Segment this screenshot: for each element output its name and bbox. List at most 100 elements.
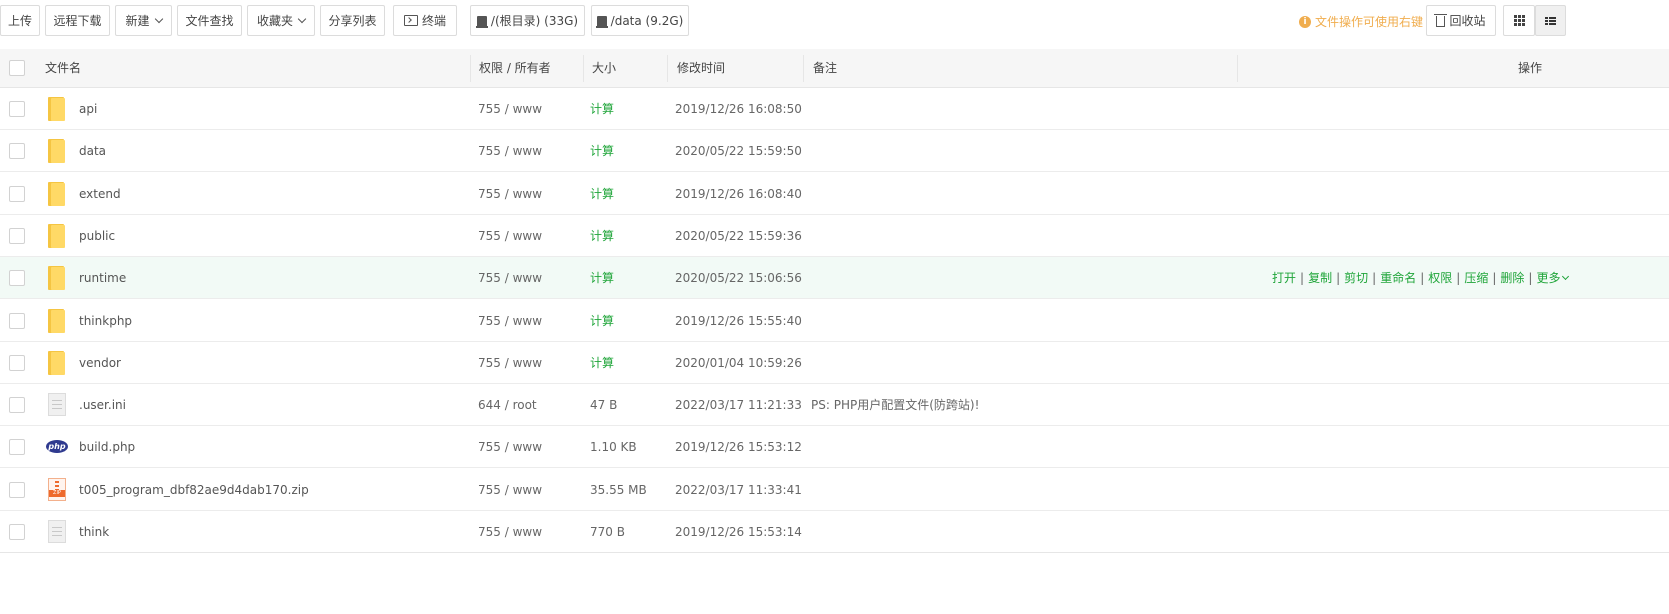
chevron-down-icon	[154, 14, 163, 23]
action-separator: |	[1528, 271, 1533, 286]
file-search-button[interactable]: 文件查找	[177, 5, 242, 36]
file-name-link[interactable]: runtime	[79, 257, 126, 299]
table-row[interactable]: php build.php 755 / www 1.10 KB 2019/12/26 1…	[0, 426, 1669, 469]
file-name-link[interactable]: vendor	[79, 342, 121, 384]
list-view-button[interactable]	[1535, 5, 1566, 36]
recycle-bin-button[interactable]: 回收站	[1426, 5, 1496, 36]
file-size[interactable]: 计算	[590, 300, 614, 342]
table-row[interactable]: api 755 / www 计算 2019/12/26 16:08:50	[0, 88, 1669, 130]
action-separator: |	[1300, 271, 1305, 286]
row-checkbox[interactable]	[9, 439, 25, 456]
row-checkbox[interactable]	[9, 312, 25, 329]
favorites-dropdown-button[interactable]: 收藏夹	[247, 5, 315, 36]
table-row[interactable]: thinkphp 755 / www 计算 2019/12/26 15:55:40	[0, 300, 1669, 342]
select-all-checkbox[interactable]	[9, 60, 25, 76]
terminal-button[interactable]: 终端	[393, 5, 457, 36]
new-dropdown-button[interactable]: 新建	[115, 5, 172, 36]
file-name-link[interactable]: build.php	[79, 426, 135, 468]
file-name-link[interactable]: t005_program_dbf82ae9d4dab170.zip	[79, 469, 309, 511]
file-permission[interactable]: 755 / www	[478, 426, 542, 468]
header-mtime[interactable]: 修改时间	[677, 49, 725, 88]
row-checkbox[interactable]	[9, 524, 25, 540]
action-more[interactable]: 更多	[1536, 271, 1560, 285]
column-divider	[583, 55, 584, 82]
list-view-icon	[1545, 16, 1556, 25]
action-copy[interactable]: 复制	[1308, 271, 1332, 285]
file-mtime: 2020/05/22 15:59:36	[675, 228, 802, 243]
folder-icon	[46, 97, 68, 121]
header-perm[interactable]: 权限 / 所有者	[479, 49, 551, 88]
table-row[interactable]: .user.ini 644 / root 47 B 2022/03/17 11:21:…	[0, 384, 1669, 427]
row-checkbox[interactable]	[9, 185, 25, 202]
grid-view-icon	[1513, 15, 1525, 26]
terminal-label: 终端	[421, 14, 446, 28]
file-size[interactable]: 计算	[590, 342, 614, 384]
row-checkbox[interactable]	[9, 227, 25, 244]
header-ops: 操作	[1518, 61, 1543, 75]
row-checkbox[interactable]	[9, 397, 25, 414]
row-checkbox[interactable]	[9, 354, 25, 371]
file-size[interactable]: 计算	[590, 173, 614, 215]
trash-icon	[1434, 14, 1448, 27]
file-name-link[interactable]: think	[79, 511, 109, 553]
file-name-link[interactable]: .user.ini	[79, 384, 126, 426]
remote-download-button[interactable]: 远程下载	[45, 5, 110, 36]
file-permission[interactable]: 755 / www	[478, 300, 542, 342]
file-name-link[interactable]: data	[79, 130, 106, 172]
recycle-bin-label: 回收站	[1449, 14, 1486, 28]
folder-icon	[46, 223, 68, 248]
row-checkbox[interactable]	[9, 481, 25, 498]
file-permission[interactable]: 755 / www	[478, 257, 542, 299]
file-permission[interactable]: 755 / www	[478, 511, 542, 553]
file-permission[interactable]: 755 / www	[478, 130, 542, 172]
table-row[interactable]: ZIP t005_program_dbf82ae9d4dab170.zip 755 …	[0, 469, 1669, 511]
file-name-link[interactable]: extend	[79, 173, 121, 215]
file-size[interactable]: 计算	[590, 130, 614, 172]
file-permission[interactable]: 755 / www	[478, 88, 542, 130]
file-permission[interactable]: 755 / www	[478, 342, 542, 384]
table-row[interactable]: runtime 755 / www 计算 2020/05/22 15:06:56 打开 |…	[0, 257, 1669, 300]
file-size[interactable]: 计算	[590, 88, 614, 130]
file-permission[interactable]: 644 / root	[478, 384, 537, 426]
row-checkbox[interactable]	[9, 270, 25, 287]
table-row[interactable]: think 755 / www 770 B 2019/12/26 15:53:14	[0, 511, 1669, 553]
file-size[interactable]: 计算	[590, 257, 614, 299]
column-divider	[803, 55, 804, 82]
action-compress[interactable]: 压缩	[1464, 271, 1488, 285]
file-mtime: 2020/05/22 15:59:50	[675, 144, 802, 159]
action-rename[interactable]: 重命名	[1380, 271, 1416, 285]
header-name[interactable]: 文件名	[45, 49, 81, 88]
file-mtime: 2019/12/26 15:53:14	[675, 525, 802, 539]
file-size: 35.55 MB	[590, 482, 647, 497]
row-checkbox[interactable]	[9, 143, 25, 160]
file-permission[interactable]: 755 / www	[478, 469, 542, 511]
file-size[interactable]: 计算	[590, 215, 614, 257]
header-size[interactable]: 大小	[592, 49, 616, 88]
file-mtime: 2022/03/17 11:33:41	[675, 482, 802, 497]
row-actions: 打开 | 复制 | 剪切 | 重命名 | 权限 | 压缩 | 删除 | 更多	[1272, 257, 1570, 299]
file-permission[interactable]: 755 / www	[478, 173, 542, 215]
disk-root-button[interactable]: /(根目录) (33G)	[470, 5, 585, 36]
file-mtime: 2020/05/22 15:06:56	[675, 271, 802, 286]
row-checkbox[interactable]	[9, 101, 25, 117]
table-row[interactable]: data 755 / www 计算 2020/05/22 15:59:50	[0, 130, 1669, 173]
table-row[interactable]: public 755 / www 计算 2020/05/22 15:59:36	[0, 215, 1669, 257]
chevron-down-icon	[297, 14, 307, 23]
grid-view-button[interactable]	[1503, 5, 1535, 36]
file-name-link[interactable]: public	[79, 215, 115, 257]
action-delete[interactable]: 删除	[1500, 271, 1524, 285]
file-name-link[interactable]: api	[79, 88, 97, 130]
action-open[interactable]: 打开	[1272, 271, 1296, 285]
table-row[interactable]: extend 755 / www 计算 2019/12/26 16:08:40	[0, 173, 1669, 215]
action-permission[interactable]: 权限	[1428, 271, 1452, 285]
table-row[interactable]: vendor 755 / www 计算 2020/01/04 10:59:26	[0, 342, 1669, 384]
tip-text: 文件操作可使用右键	[1315, 15, 1424, 29]
file-note[interactable]: PS: PHP用户配置文件(防跨站)!	[811, 384, 979, 426]
action-cut[interactable]: 剪切	[1344, 271, 1368, 285]
upload-button[interactable]: 上传	[0, 5, 40, 36]
file-permission[interactable]: 755 / www	[478, 215, 542, 257]
disk-data-button[interactable]: /data (9.2G)	[591, 5, 689, 36]
file-name-link[interactable]: thinkphp	[79, 300, 132, 342]
file-mtime: 2019/12/26 16:08:40	[675, 186, 802, 201]
share-list-button[interactable]: 分享列表	[320, 5, 385, 36]
